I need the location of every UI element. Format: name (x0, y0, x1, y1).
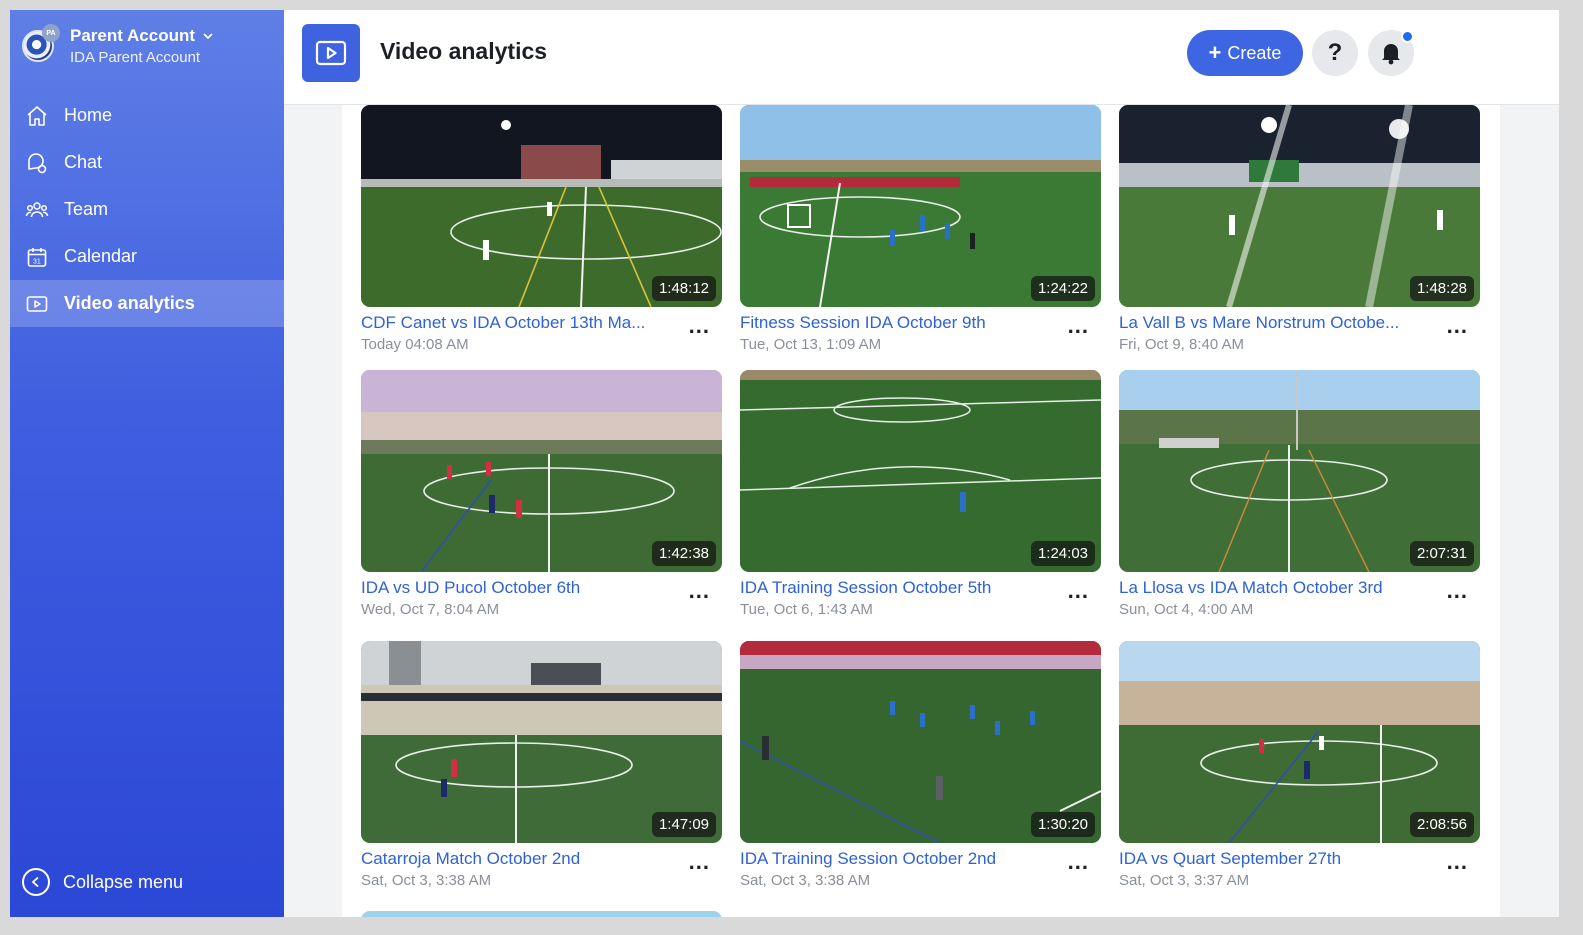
app-window: PA Parent Account IDA Parent Account Hom… (10, 10, 1559, 917)
video-date: Tue, Oct 6, 1:43 AM (740, 601, 873, 618)
plus-icon: + (1208, 40, 1222, 65)
sidebar-item-home[interactable]: Home (10, 92, 284, 139)
video-card[interactable]: 1:47:09 Catarroja Match October 2nd Sat,… (361, 641, 722, 896)
svg-text:31: 31 (33, 258, 41, 265)
duration-badge: 1:48:28 (1409, 276, 1474, 301)
calendar-icon: 31 (24, 244, 50, 270)
video-thumbnail-partial (361, 911, 722, 917)
video-thumbnail[interactable]: 2:08:56 (1119, 641, 1480, 843)
video-date: Sat, Oct 3, 3:38 AM (361, 872, 492, 889)
video-thumbnail[interactable]: 1:48:12 (361, 105, 722, 307)
account-name: Parent Account (70, 26, 196, 45)
notification-dot (1401, 30, 1414, 43)
duration-badge: 2:07:31 (1409, 541, 1474, 566)
create-button[interactable]: + Create (1187, 30, 1303, 76)
video-list-panel: 1:48:12 CDF Canet vs IDA October 13th Ma… (342, 105, 1500, 917)
team-icon (24, 197, 50, 223)
video-thumbnail[interactable]: 1:24:22 (740, 105, 1101, 307)
account-logo: PA (22, 24, 60, 62)
more-options-icon[interactable]: ... (689, 315, 710, 337)
chevron-down-icon (203, 32, 213, 39)
video-title[interactable]: La Vall B vs Mare Norstrum Octobe... (1119, 313, 1434, 333)
video-title[interactable]: IDA vs UD Pucol October 6th (361, 578, 676, 598)
video-date: Sun, Oct 4, 4:00 AM (1119, 601, 1254, 618)
sidebar-item-label: Team (64, 199, 109, 219)
video-date: Sat, Oct 3, 3:37 AM (1119, 872, 1250, 889)
more-options-icon[interactable]: ... (1068, 315, 1089, 337)
video-card[interactable]: 1:48:28 La Vall B vs Mare Norstrum Octob… (1119, 105, 1480, 360)
help-icon: ? (1327, 39, 1343, 66)
collapse-menu-label: Collapse menu (63, 871, 184, 892)
notifications-button[interactable] (1368, 30, 1414, 76)
video-thumbnail[interactable]: 1:24:03 (740, 370, 1101, 572)
more-options-icon[interactable]: ... (1068, 851, 1089, 873)
more-options-icon[interactable]: ... (1447, 315, 1468, 337)
account-avatar-badge: PA (42, 24, 60, 42)
sidebar-item-label: Chat (64, 152, 103, 172)
help-button[interactable]: ? (1312, 30, 1358, 76)
video-title[interactable]: IDA vs Quart September 27th (1119, 849, 1434, 869)
sidebar-item-team[interactable]: Team (10, 186, 284, 233)
sidebar-item-label: Calendar (64, 246, 138, 266)
video-icon (302, 24, 360, 82)
create-button-label: Create (1227, 42, 1282, 63)
video-thumbnail[interactable]: 1:42:38 (361, 370, 722, 572)
more-options-icon[interactable]: ... (689, 580, 710, 602)
account-subtitle: IDA Parent Account (70, 49, 201, 66)
video-title[interactable]: La Llosa vs IDA Match October 3rd (1119, 578, 1434, 598)
sidebar-item-chat[interactable]: Chat (10, 139, 284, 186)
video-thumbnail[interactable]: 1:47:09 (361, 641, 722, 843)
main-content: 1:48:12 CDF Canet vs IDA October 13th Ma… (284, 105, 1559, 917)
duration-badge: 2:08:56 (1409, 812, 1474, 837)
video-date: Fri, Oct 9, 8:40 AM (1119, 336, 1245, 353)
duration-badge: 1:24:03 (1030, 541, 1095, 566)
more-options-icon[interactable]: ... (689, 851, 710, 873)
more-options-icon[interactable]: ... (1447, 851, 1468, 873)
sidebar-item-calendar[interactable]: 31 Calendar (10, 233, 284, 280)
video-date: Tue, Oct 13, 1:09 AM (740, 336, 882, 353)
video-title[interactable]: CDF Canet vs IDA October 13th Ma... (361, 313, 676, 333)
sidebar-item-label: Home (64, 105, 113, 125)
sidebar: PA Parent Account IDA Parent Account Hom… (10, 10, 284, 917)
sidebar-item-label: Video analytics (64, 293, 195, 313)
video-card[interactable]: 1:24:22 Fitness Session IDA October 9th … (740, 105, 1101, 360)
home-icon (24, 103, 50, 129)
sidebar-item-video-analytics[interactable]: Video analytics (10, 280, 284, 327)
more-options-icon[interactable]: ... (1447, 580, 1468, 602)
duration-badge: 1:48:12 (651, 276, 716, 301)
video-thumbnail[interactable]: 2:07:31 (1119, 370, 1480, 572)
duration-badge: 1:24:22 (1030, 276, 1095, 301)
collapse-menu-button[interactable]: Collapse menu (22, 868, 183, 896)
video-title[interactable]: IDA Training Session October 2nd (740, 849, 1055, 869)
video-thumbnail[interactable]: 1:30:20 (740, 641, 1101, 843)
chat-icon (24, 150, 50, 176)
page-title: Video analytics (380, 38, 548, 64)
duration-badge: 1:42:38 (651, 541, 716, 566)
duration-badge: 1:30:20 (1030, 812, 1095, 837)
video-thumbnail[interactable]: 1:48:28 (1119, 105, 1480, 307)
video-date: Wed, Oct 7, 8:04 AM (361, 601, 500, 618)
duration-badge: 1:47:09 (651, 812, 716, 837)
bell-icon (1382, 44, 1400, 65)
video-title[interactable]: IDA Training Session October 5th (740, 578, 1055, 598)
more-options-icon[interactable]: ... (1068, 580, 1089, 602)
video-icon (24, 291, 50, 317)
video-date: Today 04:08 AM (361, 336, 469, 353)
video-card[interactable]: 1:30:20 IDA Training Session October 2nd… (740, 641, 1101, 896)
video-title[interactable]: Fitness Session IDA October 9th (740, 313, 1055, 333)
video-card[interactable]: 1:42:38 IDA vs UD Pucol October 6th Wed,… (361, 370, 722, 625)
chevron-left-icon (22, 868, 50, 896)
account-switcher[interactable]: PA Parent Account IDA Parent Account (22, 24, 213, 66)
video-card[interactable]: 2:07:31 La Llosa vs IDA Match October 3r… (1119, 370, 1480, 625)
sidebar-nav: Home Chat Team 31 Calendar Video analyti… (10, 92, 284, 327)
page-header: Video analytics + Create ? (284, 10, 1559, 105)
video-date: Sat, Oct 3, 3:38 AM (740, 872, 871, 889)
video-title[interactable]: Catarroja Match October 2nd (361, 849, 676, 869)
video-card[interactable]: 1:24:03 IDA Training Session October 5th… (740, 370, 1101, 625)
video-card[interactable]: 1:48:12 CDF Canet vs IDA October 13th Ma… (361, 105, 722, 360)
video-card[interactable]: 2:08:56 IDA vs Quart September 27th Sat,… (1119, 641, 1480, 896)
